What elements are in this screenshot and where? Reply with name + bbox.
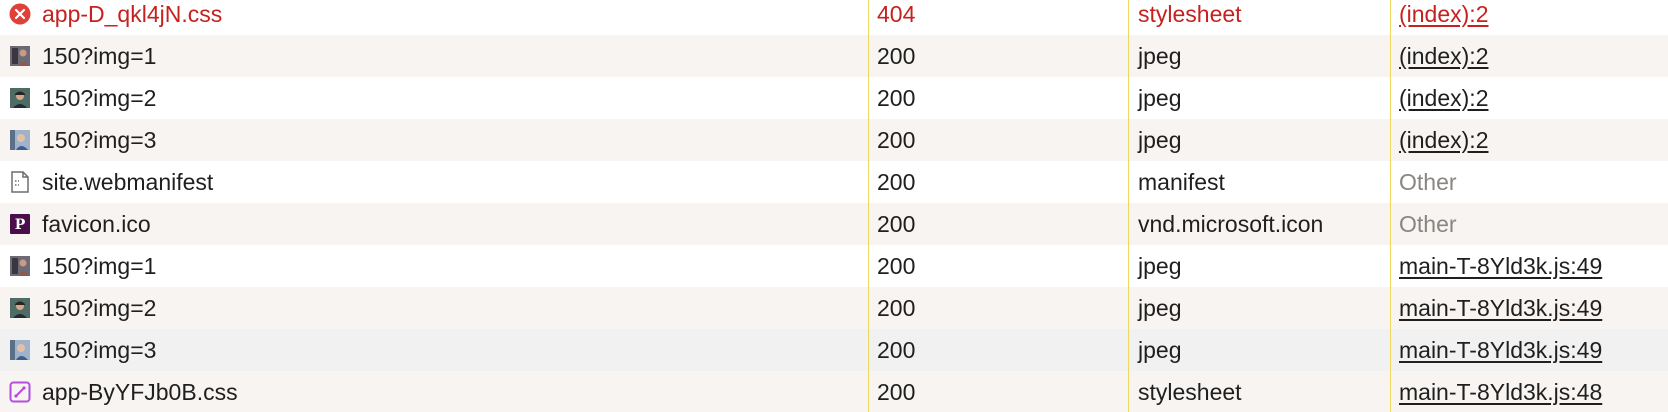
image-thumbnail-icon	[9, 255, 31, 277]
initiator-link[interactable]: main-T-8Yld3k.js:49	[1399, 295, 1602, 322]
favicon-p-icon: P	[9, 213, 31, 235]
status-cell: 200	[877, 252, 916, 279]
stylesheet-icon	[9, 381, 31, 403]
request-row[interactable]: 150?img=1 200 jpeg main-T-8Yld3k.js:49	[0, 245, 1668, 287]
type-cell: jpeg	[1138, 294, 1182, 321]
name-cell[interactable]: 150?img=3	[0, 119, 868, 161]
status-cell: 200	[877, 294, 916, 321]
status-cell: 200	[877, 84, 916, 111]
initiator-cell: Other	[1399, 210, 1457, 237]
request-name: 150?img=3	[42, 126, 157, 153]
image-thumbnail-icon	[9, 87, 31, 109]
name-cell[interactable]: 150?img=1	[0, 245, 868, 287]
request-name: 150?img=2	[42, 294, 157, 321]
request-name: 150?img=2	[42, 84, 157, 111]
name-cell[interactable]: app-D_qkl4jN.css	[0, 0, 868, 35]
request-name: 150?img=1	[42, 252, 157, 279]
name-cell[interactable]: site.webmanifest	[0, 161, 868, 203]
initiator-link[interactable]: main-T-8Yld3k.js:48	[1399, 379, 1602, 406]
request-name: 150?img=1	[42, 42, 157, 69]
name-cell[interactable]: 150?img=2	[0, 287, 868, 329]
initiator-cell[interactable]: (index):2	[1391, 0, 1668, 35]
type-cell: jpeg	[1138, 252, 1182, 279]
type-cell: manifest	[1138, 168, 1225, 195]
status-cell: 200	[877, 42, 916, 69]
initiator-cell[interactable]: main-T-8Yld3k.js:48	[1391, 371, 1668, 412]
document-icon	[9, 171, 31, 193]
request-name: 150?img=3	[42, 336, 157, 363]
initiator-cell[interactable]: main-T-8Yld3k.js:49	[1391, 245, 1668, 287]
status-cell: 200	[877, 378, 916, 405]
initiator-cell[interactable]: (index):2	[1391, 35, 1668, 77]
column-divider[interactable]	[868, 0, 869, 412]
status-cell: 200	[877, 210, 916, 237]
request-row[interactable]: 150?img=1 200 jpeg (index):2	[0, 35, 1668, 77]
request-row[interactable]: app-D_qkl4jN.css 404 stylesheet (index):…	[0, 0, 1668, 35]
request-name: app-ByYFJb0B.css	[42, 378, 238, 405]
initiator-cell[interactable]: main-T-8Yld3k.js:49	[1391, 287, 1668, 329]
type-cell: jpeg	[1138, 42, 1182, 69]
initiator-link[interactable]: (index):2	[1399, 1, 1488, 28]
image-thumbnail-icon	[9, 297, 31, 319]
column-divider[interactable]	[1390, 0, 1391, 412]
initiator-link[interactable]: (index):2	[1399, 43, 1488, 70]
initiator-link[interactable]: main-T-8Yld3k.js:49	[1399, 337, 1602, 364]
name-cell[interactable]: 150?img=3	[0, 329, 868, 371]
status-cell: 200	[877, 126, 916, 153]
type-cell: jpeg	[1138, 84, 1182, 111]
status-cell: 404	[877, 0, 916, 27]
image-thumbnail-icon	[9, 45, 31, 67]
network-request-table: app-D_qkl4jN.css 404 stylesheet (index):…	[0, 0, 1668, 412]
name-cell[interactable]: 150?img=1	[0, 35, 868, 77]
initiator-cell[interactable]: (index):2	[1391, 119, 1668, 161]
type-cell: stylesheet	[1138, 0, 1242, 27]
initiator-cell: Other	[1399, 168, 1457, 195]
request-name: favicon.ico	[42, 210, 151, 237]
image-thumbnail-icon	[9, 129, 31, 151]
request-row[interactable]: site.webmanifest 200 manifest Other	[0, 161, 1668, 203]
name-cell[interactable]: 150?img=2	[0, 77, 868, 119]
error-circle-icon	[9, 3, 31, 25]
column-divider[interactable]	[1128, 0, 1129, 412]
request-row[interactable]: 150?img=2 200 jpeg main-T-8Yld3k.js:49	[0, 287, 1668, 329]
type-cell: jpeg	[1138, 336, 1182, 363]
initiator-cell[interactable]: main-T-8Yld3k.js:49	[1391, 329, 1668, 371]
svg-text:P: P	[15, 217, 26, 233]
request-row[interactable]: 150?img=2 200 jpeg (index):2	[0, 77, 1668, 119]
name-cell[interactable]: P favicon.ico	[0, 203, 868, 245]
type-cell: jpeg	[1138, 126, 1182, 153]
request-row[interactable]: P favicon.ico 200 vnd.microsoft.icon Oth…	[0, 203, 1668, 245]
status-cell: 200	[877, 168, 916, 195]
request-row[interactable]: app-ByYFJb0B.css 200 stylesheet main-T-8…	[0, 371, 1668, 412]
status-cell: 200	[877, 336, 916, 363]
type-cell: vnd.microsoft.icon	[1138, 210, 1324, 237]
request-name: app-D_qkl4jN.css	[42, 0, 223, 27]
request-name: site.webmanifest	[42, 168, 214, 195]
initiator-link[interactable]: (index):2	[1399, 127, 1488, 154]
request-row[interactable]: 150?img=3 200 jpeg (index):2	[0, 119, 1668, 161]
type-cell: stylesheet	[1138, 378, 1242, 405]
request-row[interactable]: 150?img=3 200 jpeg main-T-8Yld3k.js:49	[0, 329, 1668, 371]
initiator-cell[interactable]: (index):2	[1391, 77, 1668, 119]
image-thumbnail-icon	[9, 339, 31, 361]
name-cell[interactable]: app-ByYFJb0B.css	[0, 371, 868, 412]
initiator-link[interactable]: main-T-8Yld3k.js:49	[1399, 253, 1602, 280]
initiator-link[interactable]: (index):2	[1399, 85, 1488, 112]
